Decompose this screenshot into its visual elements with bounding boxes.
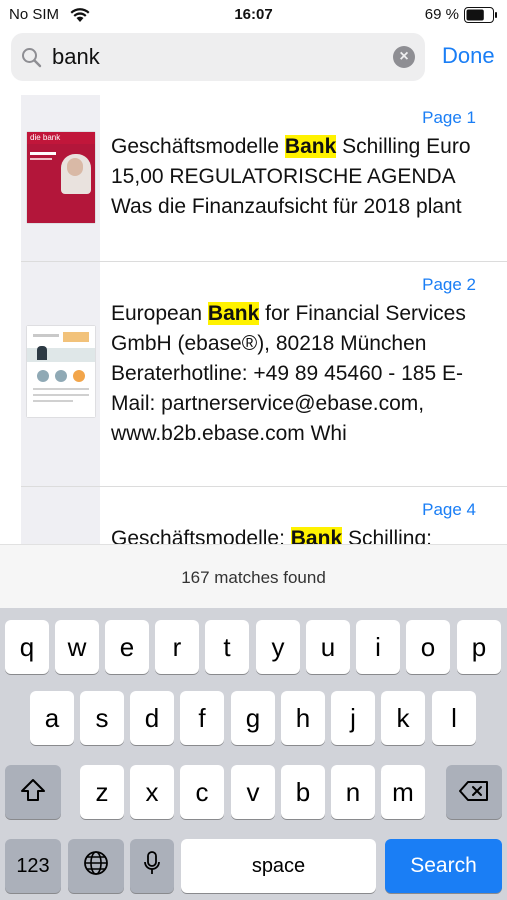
result-snippet: European Bank for Financial Services Gmb… — [111, 302, 466, 445]
done-button[interactable]: Done — [442, 43, 495, 69]
key-w[interactable]: w — [55, 620, 99, 674]
search-field[interactable]: bank × — [11, 33, 425, 81]
key-t[interactable]: t — [205, 620, 249, 674]
key-a[interactable]: a — [30, 691, 74, 745]
key-f[interactable]: f — [180, 691, 224, 745]
key-x[interactable]: x — [130, 765, 174, 819]
thumbnail-title: die bank — [27, 132, 95, 144]
key-e[interactable]: e — [105, 620, 149, 674]
result-snippet: Geschäftsmodelle Bank Schilling Euro 15,… — [111, 135, 471, 218]
key-b[interactable]: b — [281, 765, 325, 819]
match-highlight: Bank — [207, 302, 260, 325]
key-r[interactable]: r — [155, 620, 199, 674]
page-thumbnail: die bank — [27, 132, 95, 223]
key-h[interactable]: h — [281, 691, 325, 745]
key-j[interactable]: j — [331, 691, 375, 745]
key-c[interactable]: c — [180, 765, 224, 819]
battery-icon — [464, 7, 498, 28]
key-p[interactable]: p — [457, 620, 501, 674]
status-bar: No SIM 16:07 69 % — [0, 0, 507, 30]
search-icon — [21, 47, 43, 74]
result-snippet: Geschäftsmodelle: Bank Schilling: — [111, 524, 477, 544]
result-item[interactable]: Page 2 European Bank for Financial Servi… — [21, 262, 507, 487]
numbers-key[interactable]: 123 — [5, 839, 61, 893]
key-u[interactable]: u — [306, 620, 350, 674]
match-highlight: Bank — [284, 135, 337, 158]
key-o[interactable]: o — [406, 620, 450, 674]
result-item[interactable]: die bank Page 1 Geschäftsmodelle Bank Sc… — [21, 95, 507, 262]
page-link[interactable]: Page 4 — [422, 500, 476, 520]
battery-percent-label: 69 % — [424, 6, 459, 23]
keyboard: q w e r t y u i o p a s d f g h j k l z … — [0, 608, 507, 900]
page-link[interactable]: Page 2 — [422, 275, 476, 295]
key-i[interactable]: i — [356, 620, 400, 674]
globe-icon — [82, 841, 110, 895]
clear-search-icon[interactable]: × — [393, 46, 415, 68]
page-link[interactable]: Page 1 — [422, 108, 476, 128]
shift-key[interactable] — [5, 765, 61, 819]
space-key[interactable]: space — [181, 839, 376, 893]
search-results-list[interactable]: die bank Page 1 Geschäftsmodelle Bank Sc… — [21, 95, 507, 544]
globe-key[interactable] — [68, 839, 124, 893]
dictation-key[interactable] — [130, 839, 174, 893]
matches-footer: 167 matches found — [0, 544, 507, 609]
matches-count-label: 167 matches found — [181, 568, 326, 587]
key-y[interactable]: y — [256, 620, 300, 674]
key-v[interactable]: v — [231, 765, 275, 819]
match-highlight: Bank — [290, 527, 343, 544]
search-input[interactable]: bank — [52, 44, 100, 70]
microphone-icon — [142, 841, 162, 895]
key-l[interactable]: l — [432, 691, 476, 745]
key-s[interactable]: s — [80, 691, 124, 745]
shift-icon — [19, 767, 47, 821]
result-item[interactable]: Page 4 Geschäftsmodelle: Bank Schilling: — [21, 487, 507, 544]
key-m[interactable]: m — [381, 765, 425, 819]
backspace-key[interactable] — [446, 765, 502, 819]
key-g[interactable]: g — [231, 691, 275, 745]
key-d[interactable]: d — [130, 691, 174, 745]
page-thumbnail — [27, 326, 95, 417]
key-q[interactable]: q — [5, 620, 49, 674]
backspace-icon — [458, 767, 490, 821]
key-k[interactable]: k — [381, 691, 425, 745]
key-n[interactable]: n — [331, 765, 375, 819]
key-z[interactable]: z — [80, 765, 124, 819]
search-key[interactable]: Search — [385, 839, 502, 893]
